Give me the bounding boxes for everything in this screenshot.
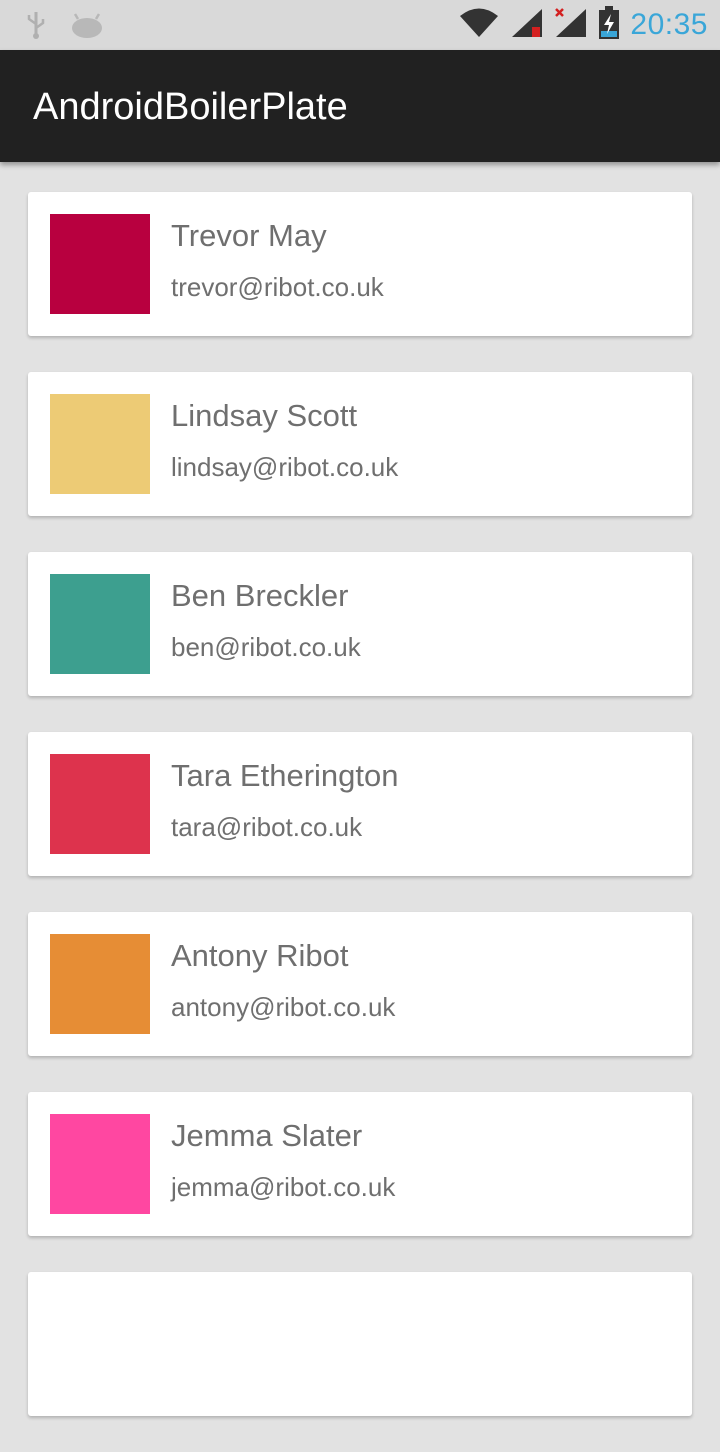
user-card[interactable]: Trevor May trevor@ribot.co.uk	[28, 192, 692, 336]
signal-icon	[510, 7, 544, 44]
user-email: jemma@ribot.co.uk	[171, 1172, 396, 1202]
user-name: Trevor May	[171, 218, 327, 253]
user-list: Trevor May trevor@ribot.co.uk Lindsay Sc…	[28, 192, 692, 1452]
usb-icon	[24, 10, 48, 45]
app-title: AndroidBoilerPlate	[33, 86, 348, 128]
user-color-swatch	[50, 394, 150, 494]
status-clock: 20:35	[630, 8, 708, 41]
user-email: trevor@ribot.co.uk	[171, 272, 384, 302]
user-name: Ben Breckler	[171, 578, 349, 613]
user-card[interactable]: Antony Ribot antony@ribot.co.uk	[28, 912, 692, 1056]
android-debug-icon	[70, 11, 104, 44]
app-bar: AndroidBoilerPlate	[0, 50, 720, 162]
user-card[interactable]: Ben Breckler ben@ribot.co.uk	[28, 552, 692, 696]
user-name: Jemma Slater	[171, 1118, 363, 1153]
user-email: lindsay@ribot.co.uk	[171, 452, 399, 482]
user-email: antony@ribot.co.uk	[171, 992, 396, 1022]
signal-icon	[554, 7, 588, 44]
user-card[interactable]	[28, 1272, 692, 1416]
user-color-swatch	[50, 214, 150, 314]
user-email: tara@ribot.co.uk	[171, 812, 363, 842]
user-card[interactable]: Jemma Slater jemma@ribot.co.uk	[28, 1092, 692, 1236]
user-card[interactable]: Lindsay Scott lindsay@ribot.co.uk	[28, 372, 692, 516]
user-email: ben@ribot.co.uk	[171, 632, 361, 662]
user-card[interactable]: Tara Etherington tara@ribot.co.uk	[28, 732, 692, 876]
status-bar: 20:35	[0, 0, 720, 50]
user-color-swatch	[50, 1114, 150, 1214]
user-name: Lindsay Scott	[171, 398, 358, 433]
battery-charging-icon	[598, 5, 620, 45]
user-color-swatch	[50, 574, 150, 674]
wifi-icon	[458, 7, 500, 44]
user-name: Tara Etherington	[171, 758, 399, 793]
user-name: Antony Ribot	[171, 938, 349, 973]
user-color-swatch	[50, 754, 150, 854]
user-color-swatch	[50, 934, 150, 1034]
